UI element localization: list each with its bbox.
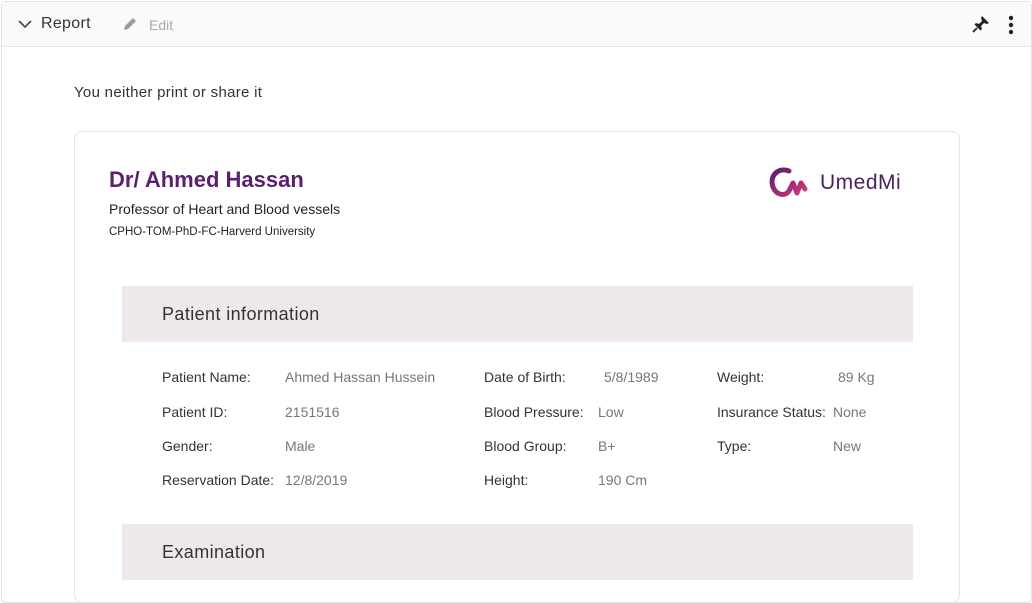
field-value: Male	[285, 438, 316, 454]
doctor-name: Dr/ Ahmed Hassan	[109, 167, 304, 192]
patient-info-heading: Patient information	[162, 304, 320, 324]
logo-mark-icon	[769, 167, 808, 197]
field-value: Low	[598, 404, 624, 420]
field-value: B+	[598, 438, 616, 454]
pin-icon[interactable]	[971, 14, 991, 34]
field-label: Patient ID:	[162, 404, 228, 420]
privacy-notice: You neither print or share it	[74, 84, 263, 101]
panel-header: Report Edit	[2, 2, 1031, 47]
field-value: 5/8/1989	[604, 369, 659, 385]
examination-heading: Examination	[162, 542, 266, 562]
field-value: 190 Cm	[598, 472, 648, 488]
chevron-down-icon[interactable]	[16, 15, 34, 33]
field-value: Ahmed Hassan Hussein	[285, 369, 436, 385]
field-label: Blood Group:	[484, 438, 567, 454]
field-label: Reservation Date:	[162, 472, 275, 488]
field-label: Patient Name:	[162, 369, 251, 385]
umedmi-logo: UmedMi	[767, 165, 937, 201]
field-value: None	[833, 404, 867, 420]
field-label: Gender:	[162, 438, 213, 454]
field-label: Insurance Status:	[717, 404, 826, 420]
doctor-credentials: CPHO-TOM-PhD-FC-Harverd University	[109, 226, 316, 238]
report-card: Dr/ Ahmed Hassan Professor of Heart and …	[74, 131, 960, 603]
examination-header: Examination	[122, 524, 913, 580]
pencil-icon	[124, 18, 136, 30]
field-label: Date of Birth:	[484, 369, 566, 385]
doctor-title: Professor of Heart and Blood vessels	[109, 201, 341, 217]
field-value: 2151516	[285, 404, 340, 420]
patient-info-header: Patient information	[122, 286, 913, 342]
field-value: 12/8/2019	[285, 472, 348, 488]
panel-title: Report	[41, 15, 91, 32]
field-label: Blood Pressure:	[484, 404, 584, 420]
edit-label: Edit	[149, 17, 174, 33]
field-label: Height:	[484, 472, 529, 488]
more-options-icon[interactable]	[1004, 13, 1018, 37]
logo-text: UmedMi	[820, 171, 902, 194]
field-label: Weight:	[717, 369, 765, 385]
field-label: Type:	[717, 438, 752, 454]
field-value: 89 Kg	[838, 369, 875, 385]
field-value: New	[833, 438, 862, 454]
